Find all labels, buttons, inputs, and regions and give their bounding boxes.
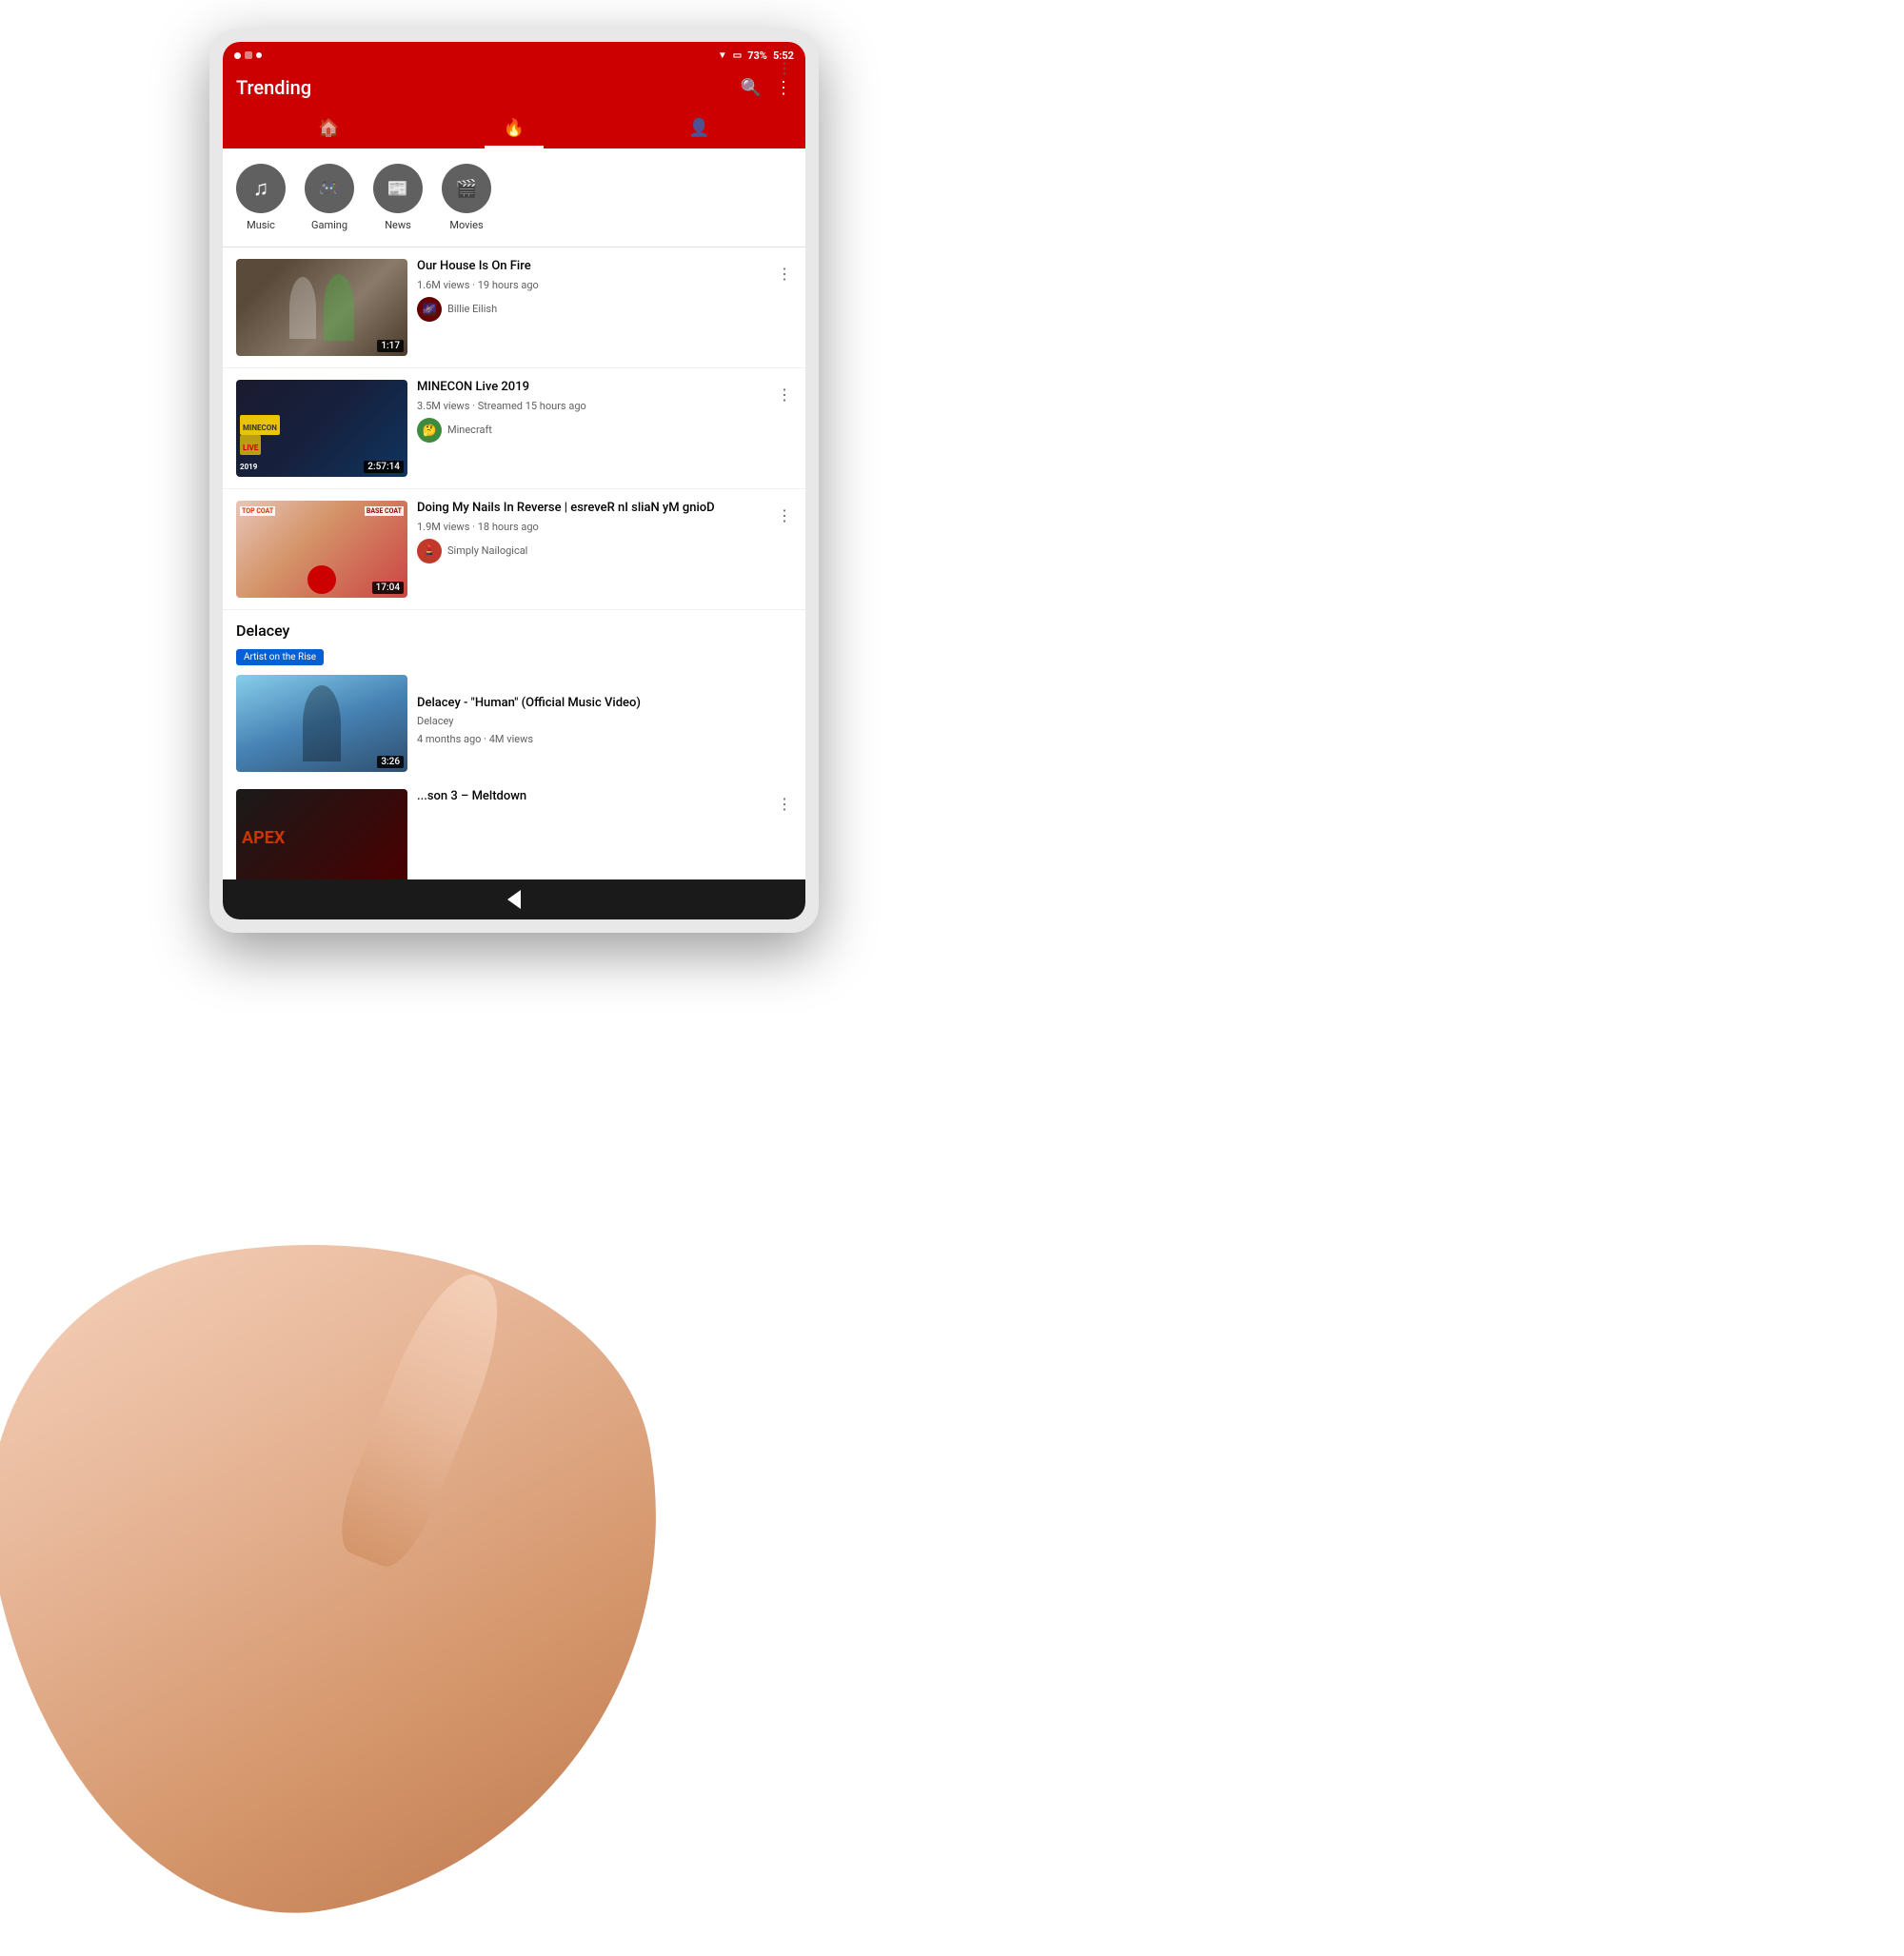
channel-row-2: 🤔 Minecraft <box>417 418 773 443</box>
music-circle: ♫ <box>236 164 286 213</box>
apex-logo: APEX <box>242 828 285 848</box>
search-icon[interactable]: 🔍 <box>741 78 762 98</box>
video-info-last: ...son 3 – Meltdown <box>417 789 792 879</box>
tab-trending[interactable]: 🔥 <box>485 110 544 148</box>
duration-badge-2: 2:57:14 <box>364 461 404 473</box>
back-button[interactable] <box>507 890 521 909</box>
avatar-simply-nailogical: 💄 <box>417 539 442 563</box>
more-button-3[interactable]: ⋮ <box>773 503 796 528</box>
video-title-3: Doing My Nails In Reverse | esreveR nI s… <box>417 501 773 517</box>
news-circle: 📰 <box>373 164 423 213</box>
video-info-1: Our House Is On Fire 1.6M views · 19 hou… <box>417 259 792 356</box>
home-icon: 🏠 <box>318 118 339 138</box>
duration-badge-3: 17:04 <box>372 582 404 594</box>
video-meta-1: 1.6M views · 19 hours ago <box>417 279 773 291</box>
notification-icon <box>245 51 252 59</box>
artist-thumbnail: 3:26 <box>236 675 407 772</box>
artist-video-title: Delacey - "Human" (Official Music Video) <box>417 696 792 712</box>
thumbnail-1: 1:17 <box>236 259 407 356</box>
battery-percent: 73% <box>747 49 767 62</box>
duration-badge-1: 1:17 <box>377 340 404 352</box>
nav-tabs: 🏠 🔥 👤 <box>236 107 792 148</box>
movies-icon: 🎬 <box>456 179 477 199</box>
channel-name-3: Simply Nailogical <box>447 544 527 557</box>
artist-info: Delacey - "Human" (Official Music Video)… <box>417 696 792 752</box>
tab-home[interactable]: 🏠 <box>299 110 358 148</box>
channel-row-1: 🌌 Billie Eilish <box>417 297 773 322</box>
movies-circle: 🎬 <box>442 164 491 213</box>
news-icon: 📰 <box>387 179 408 199</box>
music-icon: ♫ <box>253 176 269 201</box>
gaming-circle: 🎮 <box>305 164 354 213</box>
thumbnail-3: TOP COAT BASE COAT 17:04 <box>236 501 407 598</box>
status-left-icons <box>234 51 262 59</box>
more-button-1[interactable]: ⋮ <box>773 261 796 286</box>
artist-on-rise-badge: Artist on the Rise <box>236 649 324 665</box>
video-info-3: Doing My Nails In Reverse | esreveR nI s… <box>417 501 792 598</box>
fire-icon: 🔥 <box>504 118 525 138</box>
video-title-1: Our House Is On Fire <box>417 259 773 275</box>
video-info-2: MINECON Live 2019 3.5M views · Streamed … <box>417 380 792 477</box>
app-header: Trending 🔍 ⋮ 🏠 🔥 👤 <box>223 69 805 148</box>
artist-section: Delacey Artist on the Rise 3:26 Delacey … <box>223 610 805 778</box>
battery-icon: ▭ <box>733 50 742 61</box>
music-label: Music <box>247 219 275 231</box>
artist-silhouette <box>303 685 341 761</box>
channel-name-2: Minecraft <box>447 424 492 436</box>
topcoat-label: TOP COAT <box>240 506 275 516</box>
video-item-1[interactable]: 1:17 Our House Is On Fire 1.6M views · 1… <box>223 247 805 368</box>
avatar-billie-eilish: 🌌 <box>417 297 442 322</box>
thumbnail-apex: APEX <box>236 789 407 879</box>
video-meta-3: 1.9M views · 18 hours ago <box>417 521 773 533</box>
pointing-finger <box>327 1261 520 1575</box>
tab-account[interactable]: 👤 <box>669 110 728 148</box>
status-dot-3 <box>256 52 262 58</box>
artist-video-info: 4 months ago · 4M views <box>417 733 792 745</box>
category-news[interactable]: 📰 News <box>373 164 423 231</box>
channel-name-1: Billie Eilish <box>447 303 497 315</box>
video-meta-2: 3.5M views · Streamed 15 hours ago <box>417 400 773 412</box>
channel-row-3: 💄 Simply Nailogical <box>417 539 773 563</box>
video-title-last: ...son 3 – Meltdown <box>417 789 773 805</box>
video-item-3[interactable]: TOP COAT BASE COAT 17:04 Doing My Nails … <box>223 489 805 610</box>
person-icon: 👤 <box>688 118 709 138</box>
minecon-year: 2019 <box>240 455 257 473</box>
video-item-2[interactable]: MINECON LIVE 2019 2:57:14 MINECON Live 2… <box>223 368 805 489</box>
video-item-last[interactable]: APEX ...son 3 – Meltdown ⋮ <box>223 778 805 879</box>
wifi-icon: ▼ <box>718 50 727 61</box>
gaming-label: Gaming <box>311 219 347 231</box>
news-label: News <box>385 219 411 231</box>
artist-name: Delacey <box>236 622 792 640</box>
page-title: Trending <box>236 76 311 99</box>
thumbnail-2: MINECON LIVE 2019 2:57:14 <box>236 380 407 477</box>
status-dot-1 <box>234 52 241 59</box>
artist-channel-name: Delacey <box>417 715 792 727</box>
bottom-navigation <box>223 879 805 919</box>
avatar-minecraft: 🤔 <box>417 418 442 443</box>
more-button-2[interactable]: ⋮ <box>773 382 796 407</box>
content-area: ♫ Music 🎮 Gaming 📰 News <box>223 148 805 879</box>
more-button-last[interactable]: ⋮ <box>773 791 796 817</box>
category-music[interactable]: ♫ Music <box>236 164 286 231</box>
minecon-label: MINECON <box>240 415 280 435</box>
tablet-device: ▼ ▭ 73% 5:52 Trending 🔍 ⋮ <box>209 29 819 933</box>
artist-video[interactable]: 3:26 Delacey - "Human" (Official Music V… <box>236 675 792 772</box>
category-movies[interactable]: 🎬 Movies <box>442 164 491 231</box>
hand-base <box>0 1185 719 1956</box>
artist-duration-badge: 3:26 <box>377 756 404 768</box>
basecoat-label: BASE COAT <box>365 506 404 516</box>
gaming-icon: 🎮 <box>319 179 340 199</box>
movies-label: Movies <box>449 219 483 231</box>
video-title-2: MINECON Live 2019 <box>417 380 773 396</box>
category-gaming[interactable]: 🎮 Gaming <box>305 164 354 231</box>
live-label: LIVE <box>240 435 261 455</box>
categories-row: ♫ Music 🎮 Gaming 📰 News <box>223 148 805 247</box>
status-bar: ▼ ▭ 73% 5:52 <box>223 42 805 69</box>
